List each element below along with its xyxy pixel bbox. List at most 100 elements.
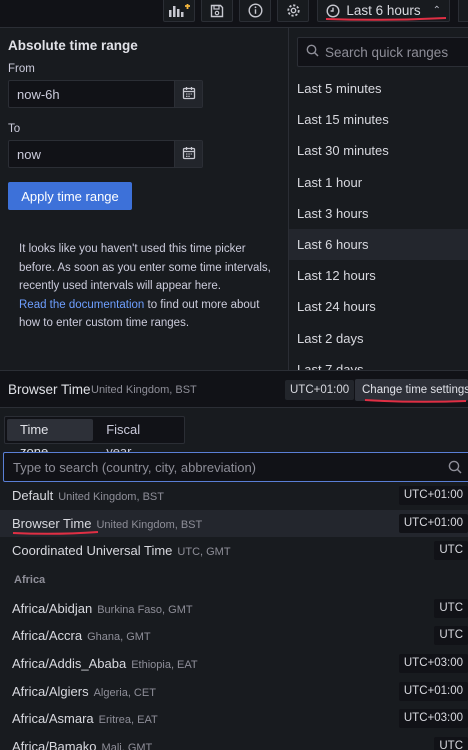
timezone-detail: United Kingdom, BST <box>91 384 197 396</box>
timezone-option-name: Africa/Accra <box>12 628 83 644</box>
time-range-picker-button[interactable]: Last 6 hours ⌃ <box>317 0 450 22</box>
timezone-offset-badge: UTC+01:00 <box>285 380 355 400</box>
calendar-icon <box>182 146 196 163</box>
from-label: From <box>8 63 35 75</box>
quick-range-item[interactable]: Last 3 hours <box>289 198 468 229</box>
dashboard-info-button[interactable] <box>239 0 272 22</box>
timezone-search-placeholder: Type to search (country, city, abbreviat… <box>13 459 257 475</box>
timezone-option-name: Africa/Asmara <box>12 711 94 727</box>
timezone-group-header: Africa <box>14 573 46 586</box>
timezone-option-detail: Algeria, CET <box>93 686 156 699</box>
timezone-option-offset: UTC+03:00 <box>398 709 468 729</box>
to-label: To <box>8 123 21 135</box>
timezone-option[interactable]: Default United Kingdom, BST UTC+01:00 <box>0 482 468 510</box>
timezone-option-detail: Ethiopia, EAT <box>131 658 198 671</box>
timezone-option-detail: Ghana, GMT <box>87 631 151 644</box>
quick-ranges-search[interactable]: Search quick ranges <box>297 37 468 67</box>
dashboard-settings-button[interactable] <box>277 0 310 22</box>
from-input[interactable]: now-6h <box>9 87 174 102</box>
info-icon <box>248 3 263 18</box>
quick-range-item[interactable]: Last 1 hour <box>289 167 468 198</box>
timezone-option-label: Africa/Algiers Algeria, CET <box>12 684 156 699</box>
timezone-option-detail: United Kingdom, BST <box>58 491 164 503</box>
timezone-option[interactable]: Browser Time United Kingdom, BST UTC+01:00 <box>0 509 468 538</box>
quick-range-item[interactable]: Last 5 minutes <box>289 73 468 104</box>
timezone-option-label: Africa/Abidjan Burkina Faso, GMT <box>12 601 193 616</box>
timezone-name: Browser Time <box>8 382 91 397</box>
gear-icon <box>286 3 301 18</box>
quick-ranges-search-placeholder: Search quick ranges <box>325 44 449 60</box>
timezone-option[interactable]: Africa/Asmara Eritrea, EAT UTC+03:00 <box>0 705 468 733</box>
from-field[interactable]: now-6h <box>8 80 203 108</box>
save-icon <box>210 4 224 18</box>
timezone-search-input[interactable]: Type to search (country, city, abbreviat… <box>3 452 468 482</box>
absolute-range-pane: Absolute time range From now-6h To now A… <box>0 28 288 371</box>
quick-range-item[interactable]: Last 6 hours <box>289 228 468 261</box>
to-calendar-button[interactable] <box>174 141 202 167</box>
timezone-option-offset: UTC <box>434 626 468 646</box>
timezone-option-label: Africa/Accra Ghana, GMT <box>12 628 151 643</box>
timezone-option-offset: UTC+01:00 <box>398 486 468 505</box>
timezone-option[interactable]: Africa/Bamako Mali, GMT UTC <box>0 733 468 750</box>
timezone-option[interactable]: Africa/Accra Ghana, GMT UTC <box>0 622 468 650</box>
change-time-settings-button[interactable]: Change time settings <box>355 379 468 401</box>
absolute-range-heading: Absolute time range <box>8 38 138 53</box>
chevron-up-icon: ⌃ <box>432 5 441 16</box>
time-settings-section: Time zone Fiscal year Type to search (co… <box>0 408 468 750</box>
timezone-option-detail: Mali, GMT <box>101 741 153 750</box>
quick-range-item[interactable]: Last 2 days <box>289 323 468 354</box>
dashboard-toolbar: Last 6 hours ⌃ <box>0 0 468 22</box>
to-input[interactable]: now <box>9 147 174 162</box>
timezone-option-detail: Burkina Faso, GMT <box>97 603 193 616</box>
time-picker-panel: Absolute time range From now-6h To now A… <box>0 27 468 371</box>
timezone-option-label: Default United Kingdom, BST <box>12 488 164 503</box>
timezone-option[interactable]: Africa/Abidjan Burkina Faso, GMT UTC <box>0 595 468 623</box>
timezone-option-label: Africa/Bamako Mali, GMT <box>12 739 152 750</box>
time-range-label: Last 6 hours <box>346 3 421 18</box>
timezone-option[interactable]: Africa/Addis_Ababa Ethiopia, EAT UTC+03:00 <box>0 650 468 678</box>
apply-time-range-button[interactable]: Apply time range <box>8 182 132 210</box>
tab-fiscal-year[interactable]: Fiscal year <box>93 419 182 459</box>
timezone-option-detail: United Kingdom, BST <box>96 518 203 531</box>
timezone-option-name: Default <box>12 488 54 503</box>
timezone-option-offset: UTC <box>434 736 468 750</box>
timezone-option-name: Coordinated Universal Time <box>12 543 173 559</box>
to-field[interactable]: now <box>8 140 203 168</box>
quick-range-item[interactable]: Last 15 minutes <box>289 104 468 135</box>
empty-recent-info: It looks like you haven't used this time… <box>19 240 274 333</box>
quick-range-item[interactable]: Last 30 minutes <box>289 135 468 166</box>
timezone-option-name: Africa/Bamako <box>12 738 97 750</box>
timezone-list: Default United Kingdom, BST UTC+01:00 Brows… <box>0 482 468 750</box>
timezone-option-detail: Eritrea, EAT <box>98 714 158 727</box>
timezone-option-label: Africa/Asmara Eritrea, EAT <box>12 711 158 726</box>
timezone-option[interactable]: Coordinated Universal Time UTC, GMT UTC <box>0 537 468 565</box>
quick-range-item[interactable]: Last 7 days <box>289 354 468 371</box>
timezone-option-label: Browser Time United Kingdom, BST <box>12 516 202 531</box>
timezone-option-offset: UTC+01:00 <box>398 513 468 533</box>
timezone-option[interactable]: Africa/Algiers Algeria, CET UTC+01:00 <box>0 678 468 706</box>
quick-ranges-list: Last 5 minutes Last 15 minutes Last 30 min… <box>289 73 468 371</box>
timezone-option-name: Africa/Addis_Ababa <box>12 655 127 671</box>
timezone-option-label: Coordinated Universal Time UTC, GMT <box>12 543 231 558</box>
timezone-option-name: Africa/Abidjan <box>12 600 93 616</box>
timezone-option-name: Africa/Algiers <box>12 683 89 699</box>
calendar-icon <box>182 86 196 103</box>
timezone-option-offset: UTC <box>434 598 468 618</box>
timezone-summary: Browser Time United Kingdom, BST UTC+01:… <box>0 370 468 408</box>
tab-time-zone[interactable]: Time zone <box>7 419 94 459</box>
timezone-option-offset: UTC <box>434 541 468 561</box>
timezone-option-detail: UTC, GMT <box>177 546 231 559</box>
save-dashboard-button[interactable] <box>201 0 234 22</box>
quick-range-item[interactable]: Last 12 hours <box>289 260 468 291</box>
add-panel-icon <box>168 3 191 18</box>
search-icon <box>448 460 462 477</box>
quick-ranges-pane: Search quick ranges Last 5 minutes Last 1… <box>288 28 468 371</box>
zoom-out-button[interactable] <box>458 0 468 22</box>
documentation-link[interactable]: Read the documentation <box>19 299 144 311</box>
add-panel-button[interactable] <box>163 0 196 22</box>
settings-tabs: Time zone Fiscal year <box>4 416 185 459</box>
from-calendar-button[interactable] <box>174 81 202 107</box>
timezone-option-offset: UTC+03:00 <box>398 653 468 673</box>
quick-range-item[interactable]: Last 24 hours <box>289 291 468 322</box>
timezone-option-name: Browser Time <box>12 515 92 531</box>
